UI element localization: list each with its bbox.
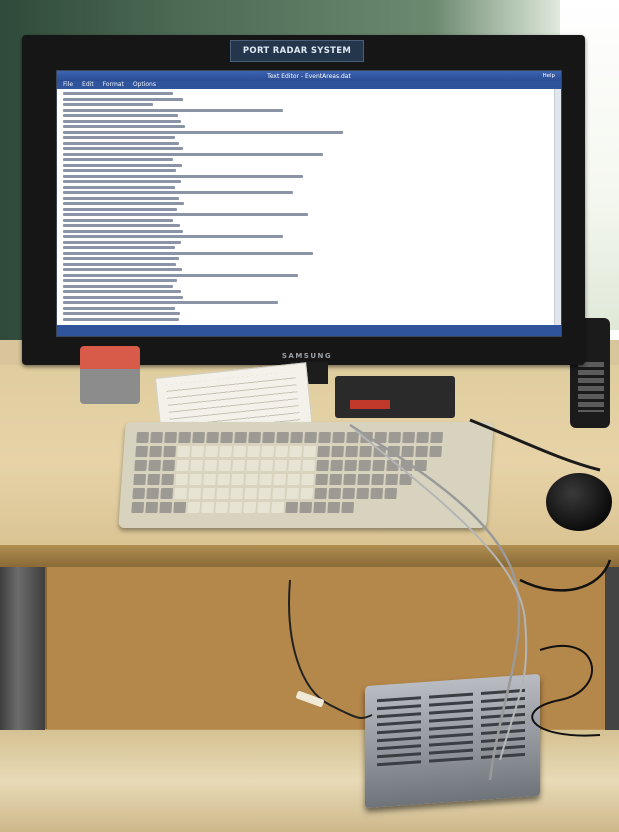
cable-black <box>519 559 612 592</box>
cable-coil <box>531 644 601 737</box>
plug-white <box>296 691 324 707</box>
cable-gray <box>354 429 528 761</box>
cable-keyboard <box>349 423 521 781</box>
photo-scene: PORT RADAR SYSTEM Text Editor - EventAre… <box>0 0 619 832</box>
cable-mouse <box>469 418 601 472</box>
cables <box>288 418 612 781</box>
